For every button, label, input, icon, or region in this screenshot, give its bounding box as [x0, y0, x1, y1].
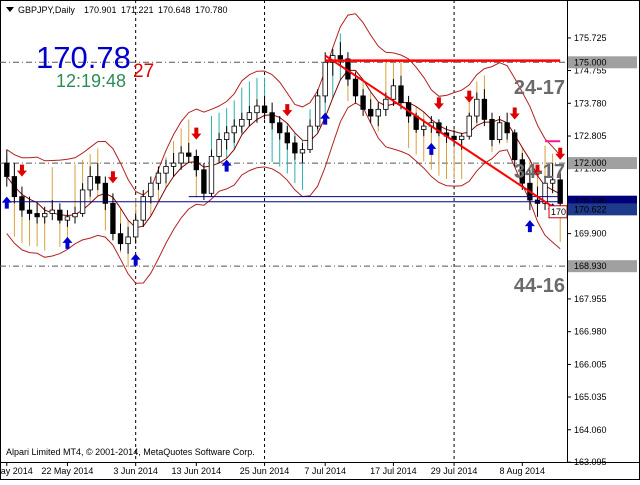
- level-label: 44-16: [514, 275, 565, 297]
- candle-body: [208, 155, 215, 194]
- candle-body: [110, 202, 116, 235]
- time-tick-label: 13 Jun 2014: [172, 466, 222, 476]
- candle-body: [95, 176, 101, 184]
- candle-body: [299, 149, 306, 154]
- candle-body: [360, 95, 366, 110]
- candle-body: [72, 213, 78, 218]
- symbol-label: GBPJPY,Daily: [18, 5, 75, 15]
- candle-body: [186, 152, 192, 157]
- chart-window[interactable]: 12 May 2014 22 May 2014 3 Jun 2014 13 Jun 2…: [0, 0, 640, 480]
- candle-body: [368, 108, 374, 117]
- time-tick-label: 12 May 2014: [0, 466, 33, 476]
- candle-body: [352, 78, 359, 97]
- ohlc-close: 170.780: [195, 5, 228, 15]
- candle-body: [117, 233, 124, 245]
- candle-body: [292, 142, 298, 154]
- time-tick-label: 17 Jul 2014: [370, 466, 417, 476]
- price-tag-label: 168.930: [574, 261, 607, 271]
- candle-body: [102, 182, 109, 204]
- price-tick-label: 166.005: [574, 359, 607, 369]
- candle-body: [474, 98, 480, 117]
- time-tick-label: 22 May 2014: [41, 466, 93, 476]
- candle-body: [42, 213, 48, 218]
- big-price-label: 170.78: [36, 40, 131, 75]
- candle-body: [466, 115, 472, 137]
- time-tick-label: 25 Jun 2014: [240, 466, 290, 476]
- level-label: 24-17: [514, 77, 565, 99]
- candle-body: [170, 162, 177, 167]
- candle-body: [261, 105, 268, 114]
- candle-body: [87, 176, 93, 191]
- candle-body: [223, 132, 230, 140]
- candle-body: [193, 155, 199, 171]
- ohlc-high: 171.221: [121, 5, 154, 15]
- price-chart[interactable]: 12 May 2014 22 May 2014 3 Jun 2014 13 Jun 2…: [0, 0, 640, 480]
- candle-body: [231, 125, 237, 134]
- candle-body: [375, 108, 381, 117]
- candle-body: [155, 172, 162, 184]
- candle-body: [254, 105, 260, 114]
- candle-body: [4, 162, 10, 177]
- candle-body: [11, 176, 18, 198]
- price-tag-label: 172.000: [574, 158, 607, 168]
- ohlc-low: 170.648: [158, 5, 191, 15]
- candle-body: [307, 125, 313, 151]
- candle-body: [216, 139, 222, 157]
- big-price-pips: 27: [133, 61, 154, 82]
- current-price-box-label: 170: [551, 207, 566, 217]
- countdown-clock: 12:19:48: [56, 71, 126, 91]
- price-tick-label: 172.805: [574, 131, 607, 141]
- time-tick-label: 29 Jul 2014: [431, 466, 478, 476]
- candle-body: [512, 132, 518, 161]
- candle-body: [26, 209, 33, 214]
- time-tick-label: 8 Aug 2014: [500, 466, 546, 476]
- candle-body: [557, 179, 563, 204]
- ohlc-open: 170.901: [84, 5, 117, 15]
- time-tick-label: 3 Jun 2014: [113, 466, 158, 476]
- copyright-label: Alpari Limited MT4, © 2001-2014, MetaQuo…: [6, 447, 255, 457]
- candle-body: [201, 169, 207, 194]
- price-tick-label: 165.035: [574, 392, 607, 402]
- time-tick-label: 7 Jul 2014: [304, 466, 346, 476]
- price-tick-label: 164.060: [574, 425, 607, 435]
- candle-body: [148, 182, 154, 198]
- candle-body: [322, 61, 328, 97]
- price-tick-label: 167.955: [574, 294, 607, 304]
- candle-body: [337, 55, 344, 60]
- candle-body: [458, 135, 465, 140]
- price-tick-label: 166.980: [574, 327, 607, 337]
- candle-body: [314, 95, 321, 127]
- candle-body: [481, 98, 488, 120]
- candle-body: [504, 122, 510, 134]
- candle-body: [246, 112, 253, 120]
- price-tag-label: 175.000: [574, 57, 607, 67]
- candle-body: [64, 216, 71, 221]
- candle-body: [269, 112, 275, 124]
- candle-body: [132, 219, 139, 238]
- candle-body: [489, 119, 495, 140]
- candle-body: [178, 152, 184, 164]
- candle-body: [163, 166, 169, 174]
- candle-body: [398, 85, 404, 104]
- level-label: 34-17: [514, 161, 565, 183]
- candle-body: [125, 236, 131, 245]
- candle-body: [496, 122, 503, 140]
- candle-body: [277, 122, 283, 134]
- candle-body: [239, 119, 245, 127]
- candle-body: [34, 213, 40, 218]
- candle-body: [140, 196, 146, 221]
- candle-body: [49, 209, 55, 214]
- price-tick-label: 173.780: [574, 98, 607, 108]
- candle-body: [383, 98, 389, 110]
- price-tick-label: 175.725: [574, 33, 607, 43]
- candle-body: [421, 125, 427, 130]
- price-tick-label: 169.900: [574, 229, 607, 239]
- candle-body: [19, 196, 25, 211]
- candle-body: [390, 85, 397, 100]
- price-tag-label: 170.622: [574, 204, 607, 214]
- candle-body: [284, 132, 290, 144]
- candle-body: [57, 209, 63, 221]
